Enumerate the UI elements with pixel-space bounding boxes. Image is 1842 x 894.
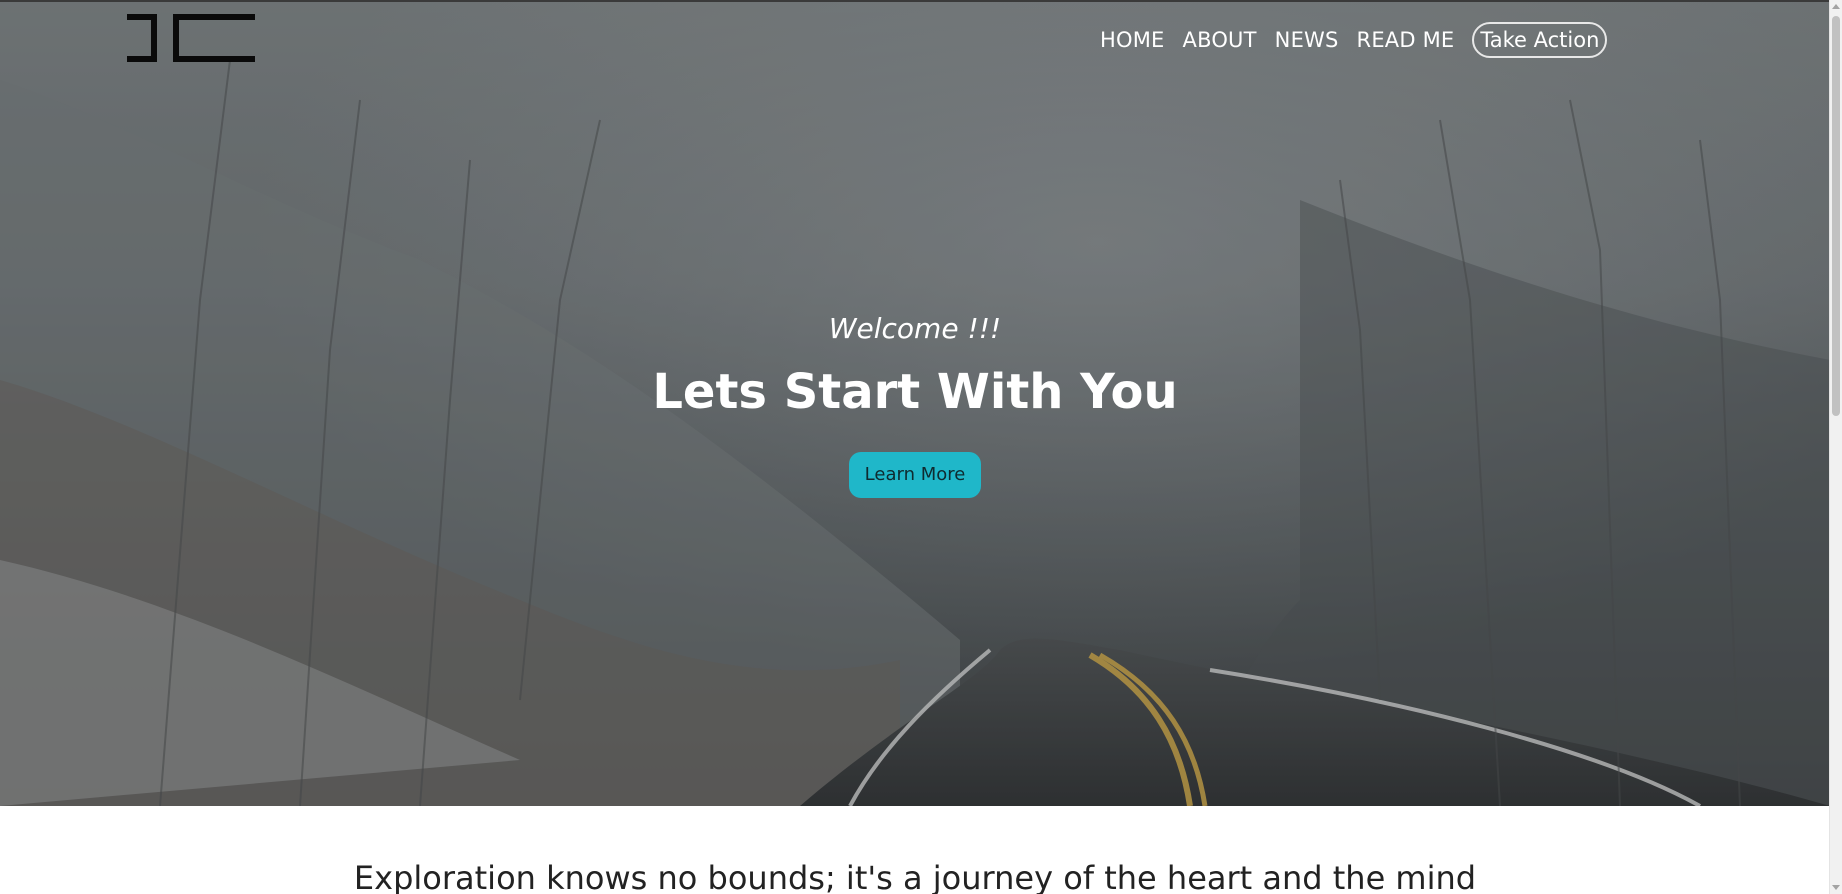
take-action-button[interactable]: Take Action xyxy=(1472,22,1608,58)
hero-welcome: Welcome !!! xyxy=(828,312,1002,345)
vertical-scrollbar[interactable] xyxy=(1829,0,1842,894)
scroll-thumb[interactable] xyxy=(1832,16,1840,416)
nav-item-about[interactable]: ABOUT xyxy=(1183,25,1257,55)
scroll-up-icon[interactable] xyxy=(1832,4,1840,9)
learn-more-button[interactable]: Learn More xyxy=(848,452,982,498)
hero-section: HOME ABOUT NEWS READ ME Take Action Welc… xyxy=(0,0,1830,806)
main-nav: HOME ABOUT NEWS READ ME Take Action xyxy=(1100,22,1608,58)
jc-logo-icon[interactable] xyxy=(127,12,255,64)
nav-item-news[interactable]: NEWS xyxy=(1275,25,1339,55)
nav-item-read-me[interactable]: READ ME xyxy=(1357,25,1455,55)
scroll-down-icon[interactable] xyxy=(1832,885,1840,890)
page: HOME ABOUT NEWS READ ME Take Action Welc… xyxy=(0,0,1842,894)
top-border xyxy=(0,0,1830,2)
nav-item-home[interactable]: HOME xyxy=(1100,25,1165,55)
section-tagline: Exploration knows no bounds; it's a jour… xyxy=(353,859,1477,894)
intro-section: Exploration knows no bounds; it's a jour… xyxy=(0,806,1830,894)
hero-headline: Lets Start With You xyxy=(652,364,1178,420)
hero-content: Welcome !!! Lets Start With You Learn Mo… xyxy=(0,312,1830,498)
